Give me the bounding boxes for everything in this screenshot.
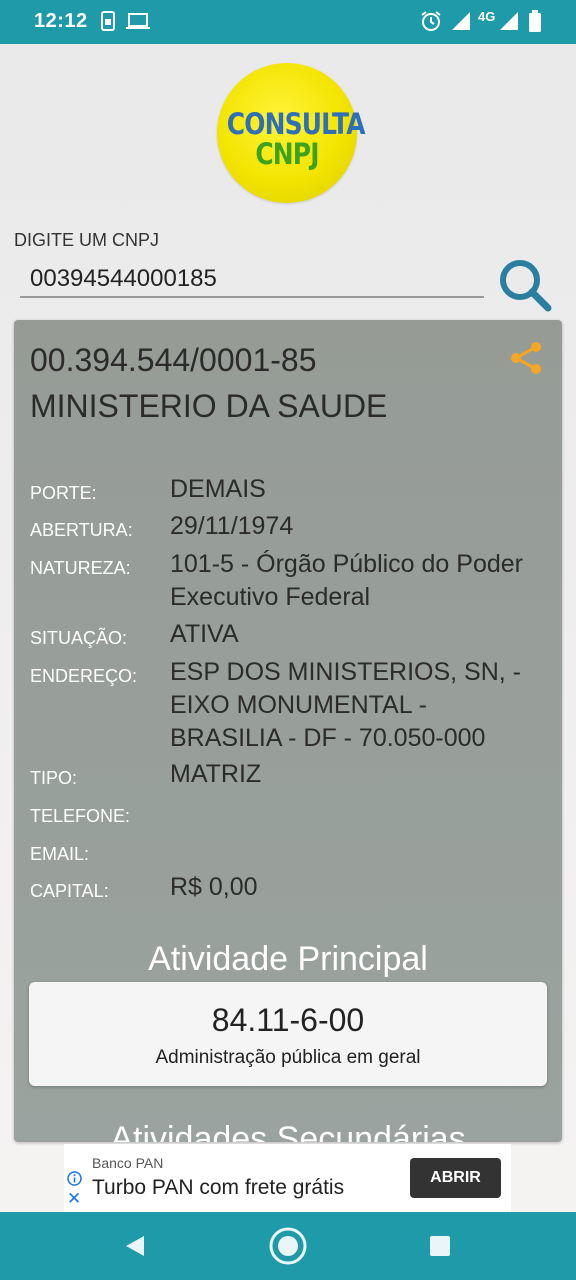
- porte-value: DEMAIS: [170, 475, 266, 503]
- ad-close-icon[interactable]: ✕: [67, 1190, 81, 1207]
- main-activity-title: Atividade Principal: [148, 940, 428, 978]
- home-icon[interactable]: [266, 1224, 310, 1268]
- sim-card-icon: [101, 11, 115, 31]
- navigation-bar: [0, 1212, 576, 1280]
- logo-text-consulta: CONSULTA: [226, 107, 366, 141]
- capital-value: R$ 0,00: [170, 873, 258, 901]
- endereco-label: ENDEREÇO:: [30, 666, 138, 686]
- ad-info-icon[interactable]: [67, 1171, 82, 1186]
- result-company-name: MINISTERIO DA SAUDE: [30, 388, 388, 424]
- endereco-value: ESP DOS MINISTERIOS, SN, - EIXO MONUMENT…: [170, 658, 521, 752]
- network-type-label: 4G: [478, 9, 496, 24]
- situacao-value: ATIVA: [170, 620, 239, 648]
- signal-strength-icon: [500, 12, 518, 30]
- search-icon[interactable]: [496, 258, 556, 312]
- recent-apps-icon[interactable]: [420, 1226, 460, 1266]
- back-icon[interactable]: [114, 1226, 154, 1266]
- main-activity-code: 84.11-6-00: [211, 1002, 365, 1038]
- result-cnpj: 00.394.544/0001-85: [30, 342, 317, 378]
- cnpj-input-label: DIGITE UM CNPJ: [14, 230, 160, 250]
- result-card: 00.394.544/0001-85 MINISTERIO DA SAUDE P…: [14, 320, 562, 1142]
- status-bar: 12:12 4G: [0, 0, 576, 44]
- tipo-value: MATRIZ: [170, 760, 262, 788]
- signal-icon: [452, 12, 470, 30]
- abertura-label: ABERTURA:: [30, 520, 133, 540]
- secondary-activities-title: Atividades Secundárias: [110, 1120, 466, 1142]
- ad-sponsor: Banco PAN: [92, 1155, 164, 1171]
- ad-title[interactable]: Turbo PAN com frete grátis: [92, 1176, 344, 1200]
- status-time: 12:12: [34, 10, 88, 32]
- main-activity-description: Administração pública em geral: [155, 1047, 421, 1068]
- capital-label: CAPITAL:: [30, 881, 109, 901]
- ad-open-button[interactable]: ABRIR: [410, 1158, 501, 1198]
- logo-text-cnpj: CNPJ: [255, 137, 319, 171]
- laptop-icon: [126, 13, 150, 29]
- cnpj-input[interactable]: [20, 262, 484, 298]
- natureza-label: NATUREZA:: [30, 558, 131, 578]
- situacao-label: SITUAÇÃO:: [30, 628, 128, 648]
- ad-banner[interactable]: ✕ Banco PAN Turbo PAN com frete grátis A…: [64, 1144, 511, 1212]
- tipo-label: TIPO:: [30, 768, 78, 788]
- app-logo: CONSULTA CNPJ: [217, 63, 366, 203]
- battery-icon: [529, 10, 541, 32]
- main-activity-box: 84.11-6-00 Administração pública em gera…: [29, 982, 547, 1086]
- alarm-icon: [421, 11, 441, 31]
- porte-label: PORTE:: [30, 483, 97, 503]
- telefone-label: TELEFONE:: [30, 806, 131, 826]
- natureza-value: 101-5 - Órgão Público do Poder Executivo…: [170, 550, 523, 611]
- abertura-value: 29/11/1974: [170, 512, 294, 540]
- email-label: EMAIL:: [30, 844, 90, 864]
- share-icon[interactable]: [506, 338, 546, 378]
